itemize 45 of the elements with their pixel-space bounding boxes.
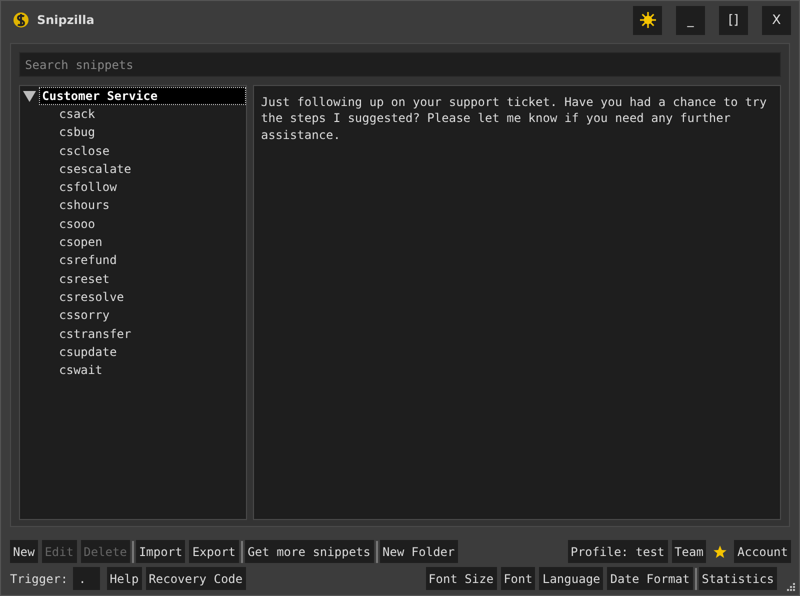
snippet-item[interactable]: csupdate	[20, 342, 246, 362]
theme-button[interactable]	[633, 6, 662, 34]
resize-grip-icon	[787, 583, 795, 591]
toolbar-button[interactable]: Profile: test	[568, 540, 668, 563]
close-button[interactable]: X	[762, 6, 791, 34]
toolbar-button[interactable]: Language	[539, 567, 604, 590]
window-title: Snipzilla	[37, 13, 96, 27]
trigger-field[interactable]: .	[72, 567, 100, 590]
snippet-item[interactable]: csack	[20, 105, 246, 124]
toolbar-button[interactable]: Recovery Code	[146, 567, 246, 590]
toolbar-button[interactable]: New Folder	[380, 540, 458, 563]
snippet-item[interactable]: cswait	[20, 361, 246, 380]
snippet-item[interactable]: csclose	[20, 142, 246, 160]
snippet-item[interactable]: cstransfer	[20, 324, 246, 343]
toolbar-button[interactable]: Date Format	[607, 567, 693, 590]
snippet-item[interactable]: csrefund	[20, 251, 246, 270]
star-icon	[713, 544, 728, 558]
snippet-item[interactable]: csreset	[20, 270, 246, 288]
toolbar-button[interactable]: Team	[672, 540, 706, 563]
sun-icon	[638, 11, 656, 29]
toolbar-button[interactable]: Export	[189, 540, 239, 563]
trigger-label: Trigger:	[10, 572, 68, 586]
toolbar-button[interactable]: Account	[734, 540, 791, 563]
logo-icon	[13, 11, 29, 29]
toolbar-button[interactable]: Import	[136, 540, 186, 563]
toolbar-button[interactable]: Statistics	[698, 567, 777, 590]
snippet-item[interactable]: csbug	[20, 123, 246, 142]
snippet-item[interactable]: cshours	[20, 196, 246, 215]
folder-label[interactable]: Customer Service	[39, 87, 246, 105]
snippet-item[interactable]: csopen	[20, 233, 246, 252]
snippet-item[interactable]: csescalate	[20, 160, 246, 178]
snippet-item[interactable]: csooo	[20, 214, 246, 234]
toolbar-button[interactable]: Font	[500, 567, 536, 590]
snippet-item[interactable]: cssorry	[20, 306, 246, 325]
toolbar-button[interactable]: Help	[106, 567, 142, 590]
toolbar-button[interactable]: Font Size	[426, 567, 497, 590]
snippet-item[interactable]: csfollow	[20, 178, 246, 196]
snippet-item[interactable]: csresolve	[20, 288, 246, 306]
toolbar-button[interactable]: Get more snippets	[244, 540, 374, 563]
minimize-button[interactable]: _	[676, 6, 705, 34]
maximize-button[interactable]: []	[719, 6, 748, 34]
toolbar-button[interactable]: New	[10, 540, 38, 563]
expand-triangle-icon[interactable]	[23, 90, 36, 102]
snippet-preview-text: Just following up on your support ticket. Have you had a chance to try the steps I suggested? Please let me know if you need any further assistance.	[253, 85, 781, 520]
search-field[interactable]: Search snippets	[19, 52, 781, 77]
